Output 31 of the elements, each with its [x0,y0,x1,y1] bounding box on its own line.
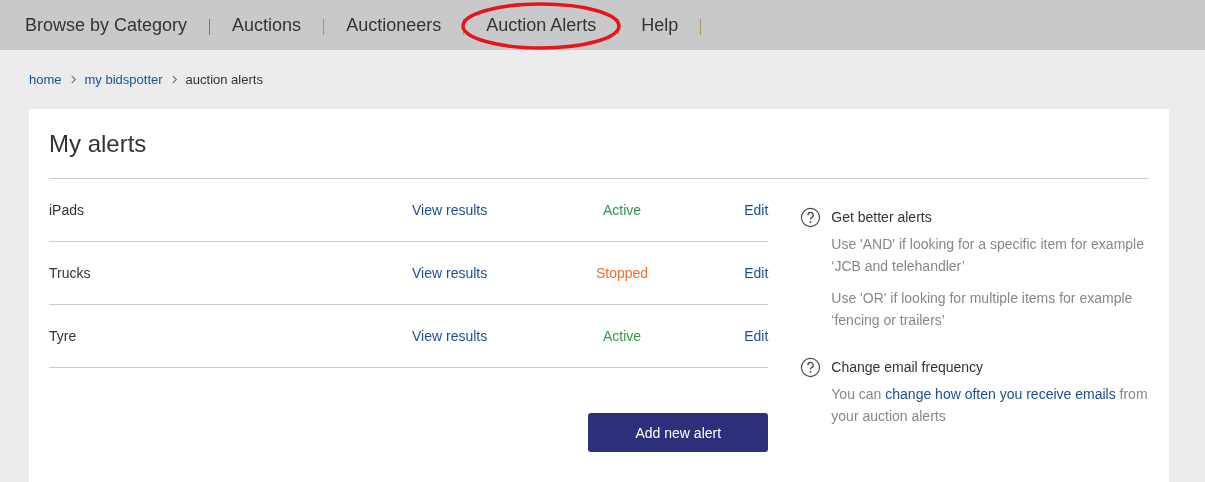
alert-name: Trucks [49,265,92,281]
alert-status: Stopped [594,265,650,281]
chevron-icon [170,75,178,84]
breadcrumb-link[interactable]: home [29,72,62,87]
email-frequency-link[interactable]: change how often you receive emails [885,386,1116,402]
alert-status: Active [601,328,643,344]
help-heading: Change email frequency [831,358,985,377]
alert-name: iPads [49,202,86,218]
breadcrumb-current: auction alerts [185,72,263,87]
edit-link[interactable]: Edit [744,328,769,344]
help-icon [800,207,822,228]
nav-link[interactable]: Auctioneers [346,14,442,36]
nav-link[interactable]: Help [641,14,679,36]
help-text: You can change how often you receive emails from your auction alerts [831,385,1149,426]
edit-link[interactable]: Edit [744,202,769,218]
help-text: Use 'OR' if looking for multiple items for example ‘fencing or trailers’ [831,289,1134,330]
breadcrumb-link[interactable]: my bidspotter [84,72,163,87]
alert-name: Tyre [49,328,78,344]
edit-link[interactable]: Edit [744,265,769,281]
view-results-link[interactable]: View results [412,202,532,218]
view-results-link[interactable]: View results [412,265,532,281]
page-title: My alerts [49,129,148,159]
chevron-icon [69,75,77,84]
help-icon [800,357,822,378]
alert-status: Active [601,202,643,218]
view-results-link[interactable]: View results [412,328,532,344]
add-alert-button[interactable]: Add new alert [588,413,769,452]
help-text: Use 'AND' if looking for a specific item for example ‘JCB and telehandler’ [831,235,1145,276]
nav-link[interactable]: Auctions [232,14,302,36]
nav-link[interactable]: Browse by Category [25,14,188,36]
help-heading: Get better alerts [831,208,933,227]
